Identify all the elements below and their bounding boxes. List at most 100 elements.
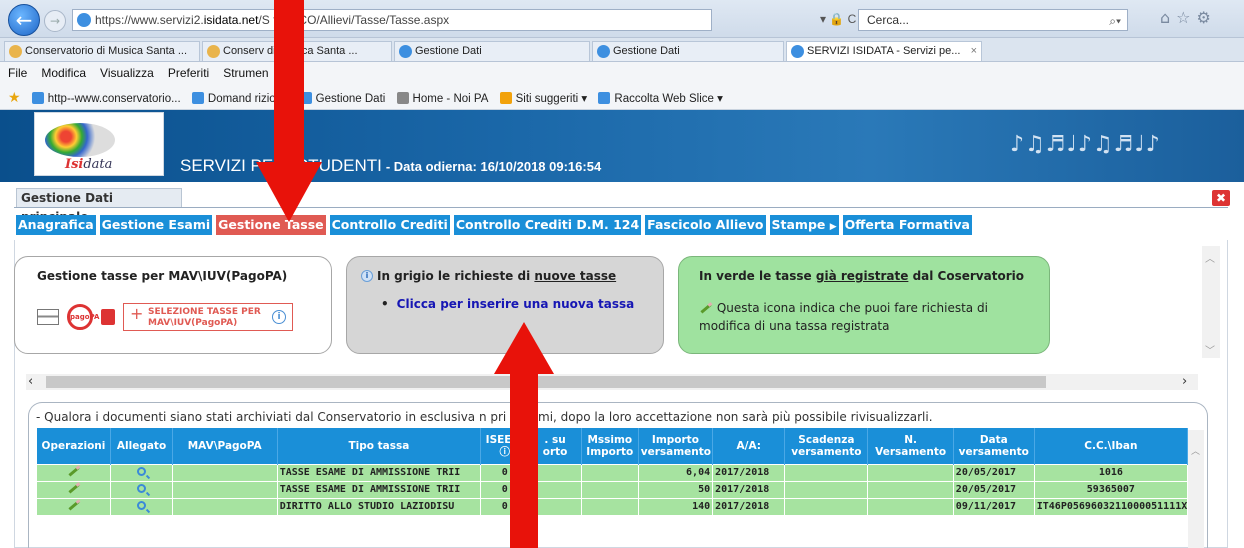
favorite-link[interactable]: Home - Noi PA xyxy=(396,86,489,109)
bullet-icon: • xyxy=(381,297,389,311)
pagopa-icon[interactable]: pagoPA xyxy=(67,304,99,330)
col-mav-pagopa[interactable]: MAV\PagoPA xyxy=(172,428,278,464)
iban-cell: 1016 xyxy=(1033,463,1189,482)
pencil-icon[interactable] xyxy=(67,484,81,494)
magnifier-icon[interactable] xyxy=(137,483,147,493)
favorites-star-icon[interactable]: ★ xyxy=(8,84,21,109)
massimo-importo-cell xyxy=(580,463,639,482)
arrow-head xyxy=(494,322,554,374)
magnifier-icon[interactable] xyxy=(137,466,147,476)
scadenza-cell xyxy=(784,497,869,516)
vertical-scrollbar[interactable]: ︿ ﹀ xyxy=(1202,246,1220,358)
favorites-bar: ★ http--www.conservatorio... Domand rizi… xyxy=(0,84,1244,110)
scroll-up-icon[interactable]: ︿ xyxy=(1191,444,1200,457)
browser-tab-active[interactable]: SERVIZI ISIDATA - Servizi pe... × xyxy=(786,41,982,61)
ie-icon xyxy=(31,92,44,104)
attachment-cell[interactable] xyxy=(110,497,173,516)
col-data-versamento[interactable]: Data versamento xyxy=(953,428,1035,464)
select-taxes-line1: SELEZIONE TASSE PER xyxy=(148,307,261,317)
info-icon[interactable]: i xyxy=(272,310,286,324)
menu-visualizza[interactable]: Visualizza xyxy=(100,66,154,80)
col-allegato[interactable]: Allegato xyxy=(110,428,173,464)
menu-modifica[interactable]: Modifica xyxy=(41,66,86,80)
table-row: TASSE ESAME DI AMMISSIONE TRII 0 6,04 20… xyxy=(35,463,1189,482)
logo-text: Isidata xyxy=(65,157,112,172)
close-panel-icon[interactable]: ✖ xyxy=(1212,190,1230,206)
pencil-icon[interactable] xyxy=(67,501,81,511)
red-arrow-up-annotation xyxy=(494,322,554,548)
home-star-gear-icons[interactable]: ⌂☆⚙ xyxy=(1160,8,1217,27)
nav-anagrafica[interactable]: Anagrafica xyxy=(16,215,96,235)
ie-icon xyxy=(791,45,804,58)
favorite-link[interactable]: Raccolta Web Slice ▾ xyxy=(598,86,723,109)
browser-tab[interactable]: Gestione Dati xyxy=(394,41,590,61)
massimo-importo-cell xyxy=(580,497,639,516)
close-tab-icon[interactable]: × xyxy=(971,42,977,61)
tab-label: Gestione Dati xyxy=(415,45,482,57)
menu-preferiti[interactable]: Preferiti xyxy=(168,66,209,80)
nav-fascicolo-allievo[interactable]: Fascicolo Allievo xyxy=(645,215,766,235)
scroll-down-icon[interactable]: ﹀ xyxy=(1205,342,1215,357)
edit-cell[interactable] xyxy=(35,463,112,482)
search-icon[interactable]: ⌕▾ xyxy=(1109,11,1121,31)
search-input[interactable]: Cerca... ⌕▾ xyxy=(858,9,1128,31)
horizontal-scrollbar[interactable]: ‹ › xyxy=(26,374,1198,390)
pdf-icon[interactable] xyxy=(101,309,115,325)
registered-tax-desc: Questa icona indica che puoi fare richie… xyxy=(699,299,1029,335)
nav-controllo-crediti-dm124[interactable]: Controllo Crediti D.M. 124 xyxy=(453,215,642,235)
back-icon[interactable]: ← xyxy=(8,4,40,36)
registered-title-suffix: dal Coservatorio xyxy=(912,269,1024,283)
tab-label: Conservatorio di Musica Santa ... xyxy=(25,45,188,57)
edit-cell[interactable] xyxy=(35,497,112,516)
attachment-cell[interactable] xyxy=(110,480,173,499)
table-scrollbar[interactable]: ︿ xyxy=(1188,430,1204,548)
browser-address-bar: ← → https://www.servizi2.isidata.net/S t… xyxy=(0,0,1244,38)
iban-cell: IT46P0569603211000051111X xyxy=(1033,497,1189,516)
col-anno-accademico[interactable]: A/A: xyxy=(712,428,786,464)
browser-tab[interactable]: Conservatorio di Musica Santa ... xyxy=(4,41,200,61)
data-versamento-cell: 09/11/2017 xyxy=(952,497,1035,516)
nav-offerta-formativa[interactable]: Offerta Formativa xyxy=(842,215,972,235)
edit-cell[interactable] xyxy=(35,480,112,499)
favorite-label: Home - Noi PA xyxy=(412,93,489,105)
select-taxes-button[interactable]: + SELEZIONE TASSE PER MAV\IUV(PagoPA) i xyxy=(123,303,293,331)
nav-controllo-crediti[interactable]: Controllo Crediti xyxy=(329,215,450,235)
col-n-versamento[interactable]: N. Versamento xyxy=(867,428,954,464)
forward-icon[interactable]: → xyxy=(44,10,66,32)
nav-gestione-esami[interactable]: Gestione Esami xyxy=(99,215,213,235)
scroll-right-icon[interactable]: › xyxy=(1182,374,1187,389)
new-tax-link-item[interactable]: • Clicca per inserire una nuova tassa xyxy=(381,297,634,311)
attachment-cell[interactable] xyxy=(110,463,173,482)
nav-stampe[interactable]: Stampe ▶ xyxy=(769,215,839,235)
search-placeholder: Cerca... xyxy=(867,13,910,27)
mav-pagopa-box: Gestione tasse per MAV\IUV(PagoPA) pagoP… xyxy=(14,256,332,354)
importo-cell: 140 xyxy=(637,497,714,516)
col-tipo-tassa[interactable]: Tipo tassa xyxy=(277,428,482,464)
current-date: - Data odierna: 16/10/2018 09:16:54 xyxy=(385,159,602,174)
menu-file[interactable]: File xyxy=(8,66,27,80)
favorite-link[interactable]: Siti suggeriti ▾ xyxy=(499,86,588,109)
url-field[interactable]: https://www.servizi2.isidata.net/S tiche… xyxy=(72,9,712,31)
card-icon[interactable] xyxy=(37,309,59,325)
col-massimo-importo[interactable]: Mssimo Importo xyxy=(581,428,639,464)
col-operazioni[interactable]: Operazioni xyxy=(36,428,112,464)
col-iban[interactable]: C.C.\Iban xyxy=(1034,428,1189,464)
pencil-icon[interactable] xyxy=(67,467,81,477)
col-importo-versamento[interactable]: Importo versamento xyxy=(638,428,714,464)
url-domain: isidata.net xyxy=(203,13,259,27)
address-controls[interactable]: ▾ 🔒 C xyxy=(820,12,856,26)
magnifier-icon[interactable] xyxy=(137,500,147,510)
pencil-icon xyxy=(699,304,713,314)
scroll-left-icon[interactable]: ‹ xyxy=(28,374,33,389)
new-tax-link[interactable]: Clicca per inserire una nuova tassa xyxy=(397,297,635,311)
favorite-label: http--www.conservatorio... xyxy=(47,93,181,105)
importo-cell: 6,04 xyxy=(637,463,714,482)
favorite-label: Siti suggeriti ▾ xyxy=(515,93,588,105)
col-scadenza[interactable]: Scadenza versamento xyxy=(784,428,869,464)
data-versamento-cell: 20/05/2017 xyxy=(952,480,1035,499)
plus-icon: + xyxy=(130,304,144,323)
favorite-link[interactable]: http--www.conservatorio... xyxy=(31,86,181,109)
scroll-up-icon[interactable]: ︿ xyxy=(1205,250,1215,265)
importo-cell: 50 xyxy=(637,480,714,499)
browser-tab[interactable]: Gestione Dati xyxy=(592,41,784,61)
